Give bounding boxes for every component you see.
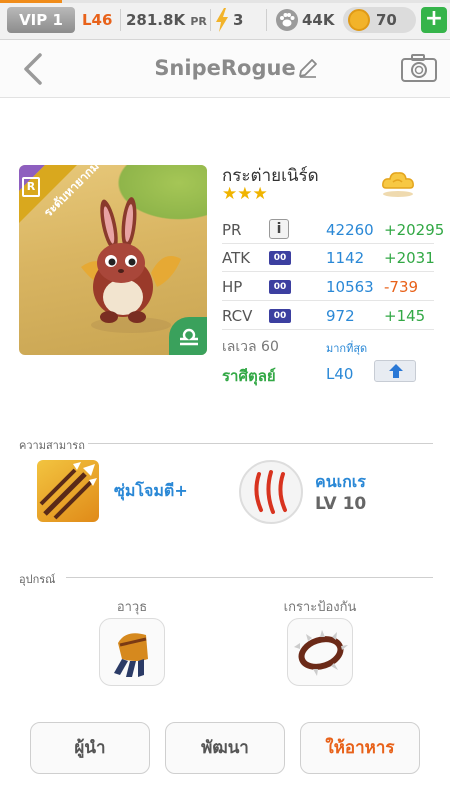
stat-label-hp: HP: [222, 278, 243, 296]
plus-icon[interactable]: +: [421, 7, 447, 33]
player-level: L46: [82, 11, 113, 29]
armor-label: เกราะป้องกัน: [283, 600, 357, 615]
section-divider: [66, 577, 433, 578]
stat-gem-icon: 00: [269, 251, 291, 265]
skill-name[interactable]: ซุ่มโจมตี+: [114, 479, 188, 504]
pencil-icon[interactable]: [297, 57, 319, 79]
zodiac-label: ราศีตุลย์: [222, 367, 276, 385]
divider: [210, 9, 211, 31]
coin-count: 70: [376, 11, 397, 29]
header: SnipeRogue: [0, 40, 450, 98]
pet-creature-image: [81, 197, 181, 333]
spear-icon: [39, 462, 97, 520]
evolve-button[interactable]: พัฒนา: [165, 722, 285, 774]
page-title: SnipeRogue: [154, 56, 296, 80]
gauntlet-icon: [114, 633, 148, 677]
info-icon[interactable]: i: [269, 219, 289, 239]
stat-bonus-pr: +20295: [384, 221, 445, 239]
max-level-label: มากที่สุด: [326, 342, 368, 355]
trait-name[interactable]: คนเกเร: [315, 470, 366, 495]
paw-count: 44K: [302, 11, 335, 29]
stat-label-atk: ATK: [222, 249, 251, 267]
weapon-slot[interactable]: [99, 618, 165, 686]
stat-value-rcv: 972: [326, 307, 355, 325]
stat-value-hp: 10563: [326, 278, 374, 296]
energy-count: 3: [233, 11, 244, 29]
equipment-section-title: อุปกรณ์: [19, 573, 56, 586]
divider: [266, 9, 267, 31]
cloud-icon[interactable]: [380, 168, 416, 198]
trait-icon[interactable]: [239, 460, 303, 524]
element-badge: [169, 317, 207, 355]
weapon-label: อาวุธ: [116, 600, 148, 615]
feed-button[interactable]: ให้อาหาร: [300, 722, 420, 774]
stat-gem-icon: 00: [269, 280, 291, 294]
pet-portrait[interactable]: [19, 165, 207, 355]
stat-label-pr: PR: [222, 221, 242, 239]
claw-icon: [254, 470, 287, 514]
row-divider: [222, 243, 434, 244]
row-divider: [222, 271, 434, 272]
skill-icon[interactable]: [37, 460, 99, 522]
stat-value-pr: 42260: [326, 221, 374, 239]
up-arrow-icon: [389, 364, 403, 378]
trait-level: LV 10: [315, 494, 367, 514]
stat-value-atk: 1142: [326, 249, 365, 267]
row-divider: [222, 329, 434, 330]
vip-badge[interactable]: VIP 1: [7, 7, 75, 33]
collar-icon: [294, 630, 348, 676]
star-rating: ★★★: [222, 184, 268, 204]
paw-icon: [276, 9, 298, 31]
energy-progress: [0, 0, 450, 3]
status-bar: VIP 1 L46 281.8K PR 3 44K 70 +: [0, 0, 450, 40]
section-divider: [88, 443, 433, 444]
rank-badge: R: [22, 177, 40, 197]
zodiac-upgrade-button[interactable]: [374, 360, 416, 382]
stat-bonus-hp: -739: [384, 278, 419, 296]
stat-gem-icon: 00: [269, 309, 291, 323]
zodiac-level: L40: [326, 365, 354, 383]
lightning-icon: [216, 8, 228, 32]
row-divider: [222, 300, 434, 301]
pet-level: เลเวล 60: [222, 339, 279, 355]
leader-button[interactable]: ผู้นำ: [30, 722, 150, 774]
coin-icon: [348, 9, 370, 31]
stat-bonus-atk: +2031: [384, 249, 435, 267]
player-pr: 281.8K PR: [126, 11, 207, 29]
abilities-section-title: ความสามารถ: [19, 439, 85, 452]
libra-icon: [180, 328, 198, 346]
stat-label-rcv: RCV: [222, 307, 253, 325]
divider: [120, 9, 121, 31]
armor-slot[interactable]: [287, 618, 353, 686]
camera-icon[interactable]: [400, 53, 438, 83]
stat-bonus-rcv: +145: [384, 307, 426, 325]
